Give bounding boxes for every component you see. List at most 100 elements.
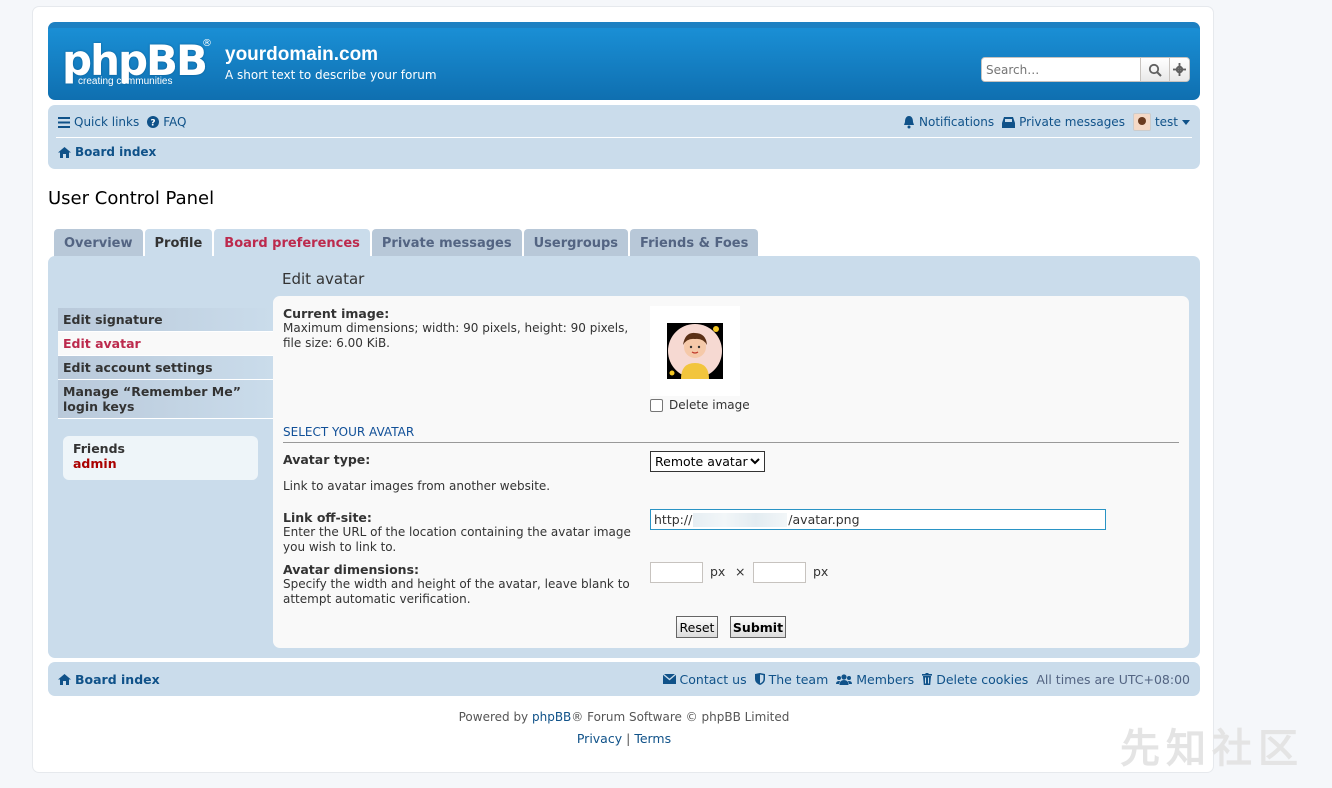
tab-overview[interactable]: Overview — [54, 229, 143, 257]
sidebar-item-remember-me-keys[interactable]: Manage “Remember Me” login keys — [58, 380, 273, 419]
privacy-link[interactable]: Privacy — [577, 731, 622, 746]
sidebar-item-edit-signature[interactable]: Edit signature — [58, 308, 273, 332]
reset-button[interactable]: Reset — [676, 616, 718, 638]
shield-icon — [754, 673, 765, 685]
phpbb-logo[interactable]: phpBB ® creating communities — [62, 36, 212, 92]
caret-down-icon — [1182, 119, 1190, 125]
friends-box: Friends admin — [63, 436, 258, 480]
sidebar-menu: Edit signature Edit avatar Edit account … — [58, 308, 273, 419]
friends-title: Friends — [73, 441, 125, 456]
timezone-info: All times are UTC+08:00 — [1036, 671, 1190, 687]
faq-link[interactable]: ? FAQ — [147, 115, 186, 129]
ucp-panel: Edit signature Edit avatar Edit account … — [48, 256, 1200, 658]
url-prefix: http:// — [654, 512, 693, 527]
current-image-desc: Maximum dimensions; width: 90 pixels, he… — [283, 321, 629, 350]
quick-links-menu[interactable]: Quick links — [58, 115, 139, 129]
users-icon — [836, 673, 853, 685]
footer-board-index-label: Board index — [75, 671, 160, 687]
page-title: User Control Panel — [48, 188, 215, 209]
sidebar-item-edit-account-settings[interactable]: Edit account settings — [58, 356, 273, 380]
delete-image-checkbox[interactable] — [650, 399, 663, 412]
inbox-icon — [1002, 116, 1016, 128]
avatar-image — [667, 323, 723, 379]
logo-tagline: creating communities — [78, 76, 173, 87]
board-index-label: Board index — [75, 145, 157, 159]
delete-image-label: Delete image — [669, 398, 750, 412]
gear-icon — [1173, 63, 1186, 76]
site-name[interactable]: yourdomain.com — [225, 44, 378, 66]
private-messages-link[interactable]: Private messages — [1002, 115, 1125, 129]
delete-cookies-link[interactable]: Delete cookies — [922, 672, 1028, 687]
width-unit: px — [710, 564, 726, 579]
times-sign: × — [735, 564, 746, 579]
footer-navbar: Board index Contact us The team Members … — [48, 662, 1200, 696]
navbar-divider — [56, 137, 1192, 138]
tab-profile[interactable]: Profile — [144, 229, 213, 257]
avatar-width-input[interactable] — [650, 562, 703, 583]
private-messages-label: Private messages — [1019, 115, 1125, 129]
link-offsite-label: Link off-site: — [283, 510, 372, 525]
question-circle-icon: ? — [147, 116, 160, 129]
members-link[interactable]: Members — [836, 672, 914, 687]
form-title: Edit avatar — [282, 270, 365, 288]
user-menu[interactable]: test — [1132, 113, 1190, 131]
phpbb-link[interactable]: phpBB — [532, 710, 571, 724]
current-avatar-image — [650, 306, 740, 396]
search-button[interactable] — [1140, 58, 1169, 81]
footer-board-index[interactable]: Board index — [58, 672, 160, 687]
section-heading: SELECT YOUR AVATAR — [283, 425, 1179, 443]
the-team-link[interactable]: The team — [754, 672, 828, 687]
terms-link[interactable]: Terms — [634, 731, 671, 746]
submit-button[interactable]: Submit — [730, 616, 786, 638]
tab-private-messages[interactable]: Private messages — [371, 229, 522, 257]
chevron-down-icon — [750, 458, 760, 465]
navbar: Quick links ? FAQ Notifications Private … — [48, 105, 1200, 169]
contact-us-label: Contact us — [679, 671, 747, 687]
search-box — [981, 57, 1190, 82]
menu-icon — [58, 116, 70, 128]
footer-links: Privacy | Terms — [576, 731, 672, 746]
avatar-dimensions-desc: Specify the width and height of the avat… — [283, 577, 630, 606]
breadcrumb-board-index[interactable]: Board index — [58, 145, 156, 159]
avatar-url-input[interactable]: http:// /avatar.png — [650, 509, 1106, 530]
search-input[interactable] — [982, 58, 1140, 81]
powered-by: Powered by phpBB® Forum Software © phpBB… — [458, 710, 790, 724]
tab-friends-foes[interactable]: Friends & Foes — [630, 229, 759, 257]
avatar-type-value: Remote avatar — [655, 454, 748, 469]
trash-icon — [922, 673, 933, 685]
username: test — [1154, 115, 1178, 129]
user-avatar — [1132, 113, 1151, 131]
site-header: phpBB ® creating communities yourdomain.… — [48, 22, 1200, 100]
notifications-label: Notifications — [919, 115, 995, 129]
friend-user-link[interactable]: admin — [73, 456, 248, 471]
advanced-search-button[interactable] — [1169, 58, 1189, 81]
envelope-icon — [662, 674, 676, 684]
link-offsite-desc: Enter the URL of the location containing… — [283, 525, 631, 554]
avatar-type-select[interactable]: Remote avatar — [650, 451, 765, 472]
bell-icon — [904, 115, 914, 128]
avatar-type-desc: Link to avatar images from another websi… — [283, 479, 551, 493]
site-description: A short text to describe your forum — [225, 68, 437, 82]
avatar-type-label: Avatar type: — [283, 452, 371, 467]
members-label: Members — [856, 671, 915, 687]
height-unit: px — [813, 564, 829, 579]
avatar-dimensions-label: Avatar dimensions: — [283, 562, 420, 577]
watermark: 先知社区 — [1120, 726, 1304, 772]
tab-board-preferences[interactable]: Board preferences — [214, 229, 370, 257]
contact-us-link[interactable]: Contact us — [662, 671, 747, 687]
home-icon — [58, 673, 71, 685]
svg-text:?: ? — [151, 119, 156, 129]
notifications-link[interactable]: Notifications — [903, 115, 994, 129]
ucp-tabs: Overview Profile Board preferences Priva… — [54, 229, 759, 257]
redacted-domain — [693, 512, 788, 527]
home-icon — [58, 146, 71, 158]
page-container: phpBB ® creating communities yourdomain.… — [32, 6, 1214, 773]
search-icon — [1148, 63, 1162, 77]
faq-label: FAQ — [163, 115, 187, 129]
current-image-label: Current image: — [283, 306, 390, 321]
avatar-height-input[interactable] — [753, 562, 806, 583]
avatar-form: Current image: Maximum dimensions; width… — [273, 296, 1189, 648]
sidebar-item-edit-avatar[interactable]: Edit avatar — [58, 332, 273, 356]
quick-links-label: Quick links — [74, 115, 140, 129]
tab-usergroups[interactable]: Usergroups — [523, 229, 629, 257]
